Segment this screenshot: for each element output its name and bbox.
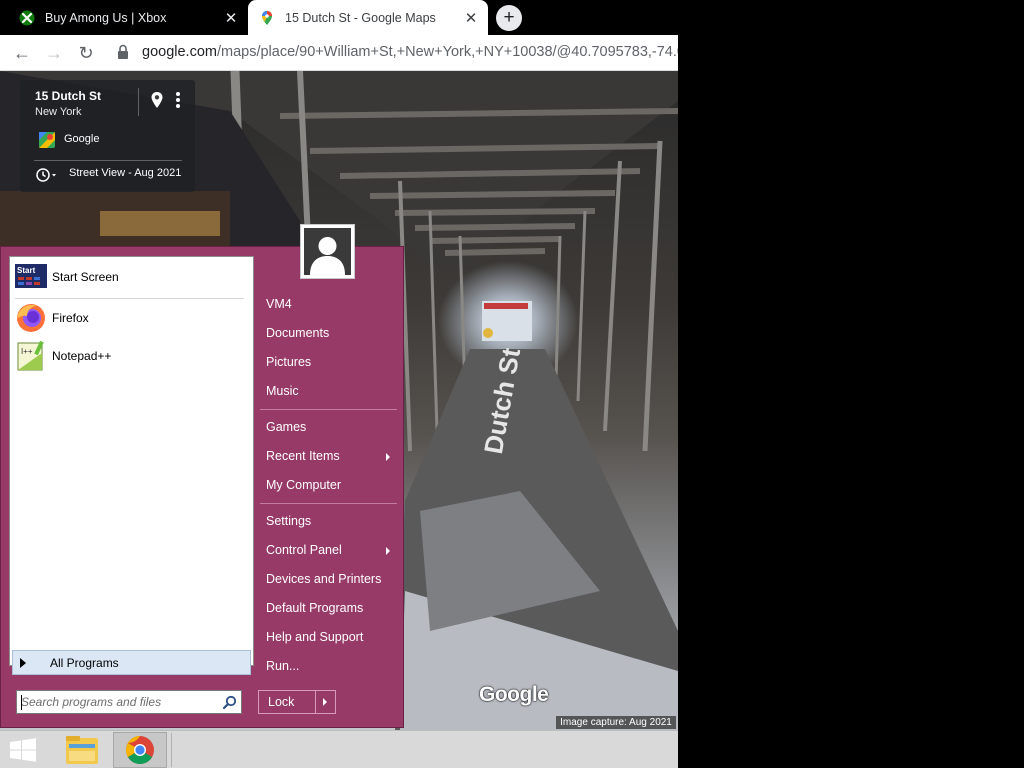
place-subtitle: New York	[35, 106, 82, 118]
pinned-notepad-plus-plus[interactable]: I++ Notepad++	[15, 341, 111, 371]
submenu-arrow-icon	[386, 453, 390, 461]
all-programs-button[interactable]: All Programs	[12, 650, 251, 675]
start-item-settings[interactable]: Settings	[266, 514, 311, 528]
capture-date-label[interactable]: Street View - Aug 2021	[69, 167, 181, 179]
address-bar[interactable]: google.com/maps/place/90+William+St,+New…	[142, 44, 678, 60]
google-maps-icon	[262, 10, 272, 25]
start-item-recent-items[interactable]: Recent Items	[266, 449, 340, 463]
tab-xbox[interactable]: Buy Among Us | Xbox ✕	[8, 0, 248, 35]
forward-button[interactable]: →	[42, 41, 66, 65]
lock-icon[interactable]	[117, 44, 129, 60]
svg-text:I++: I++	[21, 347, 33, 356]
pinned-item-label: Firefox	[52, 311, 89, 325]
google-watermark: Google	[479, 683, 549, 706]
file-explorer-icon	[66, 736, 98, 764]
tab-title: 15 Dutch St - Google Maps	[285, 10, 436, 25]
lock-button-divider	[315, 691, 316, 713]
taskbar-separator	[171, 733, 172, 767]
card-divider	[34, 160, 182, 161]
firefox-icon	[17, 304, 45, 332]
pinned-separator	[15, 298, 244, 299]
start-item-music[interactable]: Music	[266, 384, 299, 398]
start-menu-separator	[260, 503, 397, 504]
windows-start-button[interactable]	[0, 731, 46, 768]
tab-title: Buy Among Us | Xbox	[45, 10, 167, 25]
submenu-arrow-icon	[386, 547, 390, 555]
browser-tab-strip: Buy Among Us | Xbox ✕ 15 Dutch St - Goog…	[0, 0, 678, 35]
svg-text:Start: Start	[17, 266, 36, 275]
start-item-run[interactable]: Run...	[266, 659, 299, 673]
start-screen-icon: Start	[15, 264, 47, 288]
reload-button[interactable]: ↻	[74, 41, 98, 65]
search-input[interactable]	[21, 694, 217, 710]
taskbar-file-explorer[interactable]	[55, 732, 109, 768]
notepad-plus-plus-icon: I++	[17, 341, 44, 371]
start-search-box[interactable]	[16, 690, 242, 714]
pinned-item-label: Notepad++	[52, 349, 112, 363]
close-tab-icon[interactable]: ✕	[463, 9, 479, 27]
start-item-my-computer[interactable]: My Computer	[266, 478, 341, 492]
pinned-start-screen[interactable]: Start Start Screen	[15, 262, 119, 292]
browser-toolbar: ← → ↻ google.com/maps/place/90+William+S…	[0, 35, 678, 71]
url-host: google.com	[142, 44, 217, 60]
start-item-vm4[interactable]: VM4	[266, 297, 292, 311]
start-item-default-programs[interactable]: Default Programs	[266, 601, 363, 615]
screen: Buy Among Us | Xbox ✕ 15 Dutch St - Goog…	[0, 0, 678, 768]
start-item-games[interactable]: Games	[266, 420, 306, 434]
lock-label: Lock	[268, 695, 295, 709]
start-item-devices-and-printers[interactable]: Devices and Printers	[266, 572, 381, 586]
image-capture-label: Image capture: Aug 2021	[556, 716, 676, 729]
lock-button[interactable]: Lock	[258, 690, 336, 714]
card-divider	[138, 88, 139, 116]
back-button[interactable]: ←	[10, 41, 34, 65]
lock-options-arrow-icon[interactable]	[323, 698, 327, 706]
pinned-item-label: Start Screen	[52, 270, 119, 284]
pinned-firefox[interactable]: Firefox	[15, 303, 89, 333]
user-avatar[interactable]	[300, 224, 355, 279]
more-options-icon[interactable]	[175, 91, 181, 109]
start-menu-programs-pane: Start Start Screen Firefox I++ Notepad++	[9, 256, 254, 666]
google-maps-icon	[39, 132, 55, 148]
close-tab-icon[interactable]: ✕	[223, 9, 239, 27]
start-item-documents[interactable]: Documents	[266, 326, 329, 340]
place-title[interactable]: 15 Dutch St	[35, 89, 101, 103]
map-pin-icon[interactable]	[150, 91, 164, 109]
tab-google-maps[interactable]: 15 Dutch St - Google Maps ✕	[248, 0, 488, 35]
start-item-pictures[interactable]: Pictures	[266, 355, 311, 369]
taskbar	[0, 730, 678, 768]
taskbar-chrome[interactable]	[113, 732, 167, 768]
search-icon[interactable]	[222, 695, 237, 710]
user-silhouette-icon	[310, 237, 345, 275]
text-caret	[21, 695, 22, 710]
chrome-icon	[126, 736, 154, 764]
expand-arrow-icon	[20, 658, 26, 668]
start-menu-separator	[260, 409, 397, 410]
street-view-info-card: 15 Dutch St New York Google Street View …	[20, 80, 195, 192]
xbox-icon	[19, 10, 35, 25]
provider-label: Google	[64, 133, 100, 145]
start-item-control-panel[interactable]: Control Panel	[266, 543, 342, 557]
url-path: /maps/place/90+William+St,+New+York,+NY+…	[216, 44, 678, 60]
new-tab-button[interactable]: +	[496, 5, 522, 31]
start-item-help-and-support[interactable]: Help and Support	[266, 630, 363, 644]
all-programs-label: All Programs	[50, 656, 119, 670]
history-icon[interactable]	[35, 167, 57, 183]
